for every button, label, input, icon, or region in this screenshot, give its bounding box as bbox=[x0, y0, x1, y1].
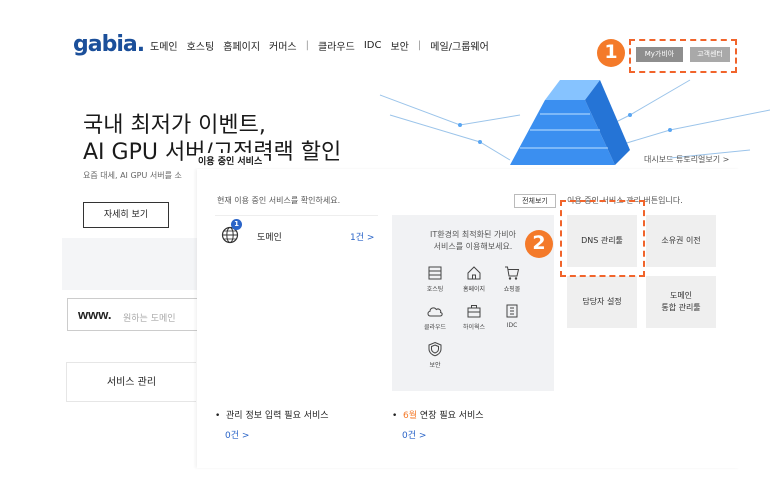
hero-subtitle: 요즘 대세, AI GPU 서버를 소 bbox=[83, 171, 182, 180]
nav-idc[interactable]: IDC bbox=[364, 40, 382, 51]
promo-idc-label: IDC bbox=[506, 322, 518, 329]
main-nav: 도메인 호스팅 홈페이지 커머스 | 클라우드 IDC 보안 | 메일/그룹웨어 bbox=[150, 38, 498, 53]
nav-separator: | bbox=[417, 40, 422, 51]
hero-title-line-1: 국내 최저가 이벤트, bbox=[83, 113, 266, 138]
view-all-button[interactable]: 전체보기 bbox=[514, 194, 556, 208]
nav-domain[interactable]: 도메인 bbox=[150, 38, 178, 53]
promo-cloud-label: 클라우드 bbox=[423, 324, 447, 331]
nav-cloud[interactable]: 클라우드 bbox=[318, 38, 355, 53]
service-domain-label[interactable]: 도메인 bbox=[257, 230, 282, 243]
renewal-required-label: 연장 필요 서비스 bbox=[417, 411, 484, 421]
renewal-required-services: • 6월 연장 필요 서비스 bbox=[392, 408, 484, 421]
briefcase-icon bbox=[467, 305, 481, 318]
nav-hosting[interactable]: 호스팅 bbox=[187, 38, 215, 53]
domain-management-tool-button[interactable]: 도메인 통합 관리툴 bbox=[646, 276, 716, 328]
promo-shopping[interactable]: 쇼핑몰 bbox=[492, 265, 532, 293]
dashboard-tutorial-link[interactable]: 대시보드 튜토리얼보기 > bbox=[644, 154, 729, 165]
server-icon bbox=[428, 266, 442, 280]
step-1-marker: 1 bbox=[597, 39, 625, 67]
promo-security[interactable]: 보안 bbox=[415, 341, 455, 369]
cart-icon bbox=[505, 266, 520, 280]
panel-description: 현재 이용 중인 서비스를 확인하세요. bbox=[217, 196, 341, 205]
promo-hiworks[interactable]: 하이웍스 bbox=[454, 303, 494, 331]
info-required-count-link[interactable]: 0건 > bbox=[225, 428, 249, 441]
idc-rack-icon bbox=[506, 304, 518, 318]
promo-homepage-label: 홈페이지 bbox=[462, 286, 486, 293]
cloud-icon bbox=[427, 307, 443, 317]
nav-homepage[interactable]: 홈페이지 bbox=[223, 38, 260, 53]
nav-commerce[interactable]: 커머스 bbox=[269, 38, 297, 53]
service-count-badge: 1 bbox=[231, 219, 242, 230]
highlight-box-mygabia bbox=[629, 39, 737, 73]
hero-background-band bbox=[62, 238, 197, 290]
panel-title: 이용 중인 서비스 bbox=[196, 153, 265, 168]
highlight-box-dns bbox=[560, 200, 645, 277]
shield-icon bbox=[428, 341, 442, 357]
bullet-dot: • bbox=[215, 411, 227, 421]
info-required-services: • 관리 정보 입력 필요 서비스 bbox=[215, 408, 329, 421]
renewal-required-count-link[interactable]: 0건 > bbox=[402, 428, 426, 441]
promo-hosting[interactable]: 호스팅 bbox=[415, 265, 455, 293]
service-management-tab[interactable]: 서비스 관리 bbox=[66, 362, 196, 402]
hero-illustration bbox=[370, 70, 770, 165]
domain-mgmt-line-1: 도메인 bbox=[669, 291, 693, 300]
home-icon bbox=[467, 266, 481, 280]
bullet-dot: • bbox=[392, 411, 404, 421]
gabia-logo[interactable]: gabia. bbox=[73, 32, 145, 57]
nav-separator: | bbox=[305, 40, 310, 51]
service-domain-count-link[interactable]: 1건 > bbox=[350, 230, 374, 243]
promo-security-label: 보안 bbox=[429, 362, 441, 369]
promo-shopping-label: 쇼핑몰 bbox=[503, 286, 521, 293]
domain-www-prefix: www. bbox=[78, 307, 112, 322]
nav-security[interactable]: 보안 bbox=[390, 38, 408, 53]
domain-mgmt-line-2: 통합 관리툴 bbox=[661, 303, 701, 312]
step-2-marker: 2 bbox=[525, 230, 553, 258]
info-required-label: 관리 정보 입력 필요 서비스 bbox=[226, 411, 329, 421]
promo-cloud[interactable]: 클라우드 bbox=[415, 303, 455, 331]
promo-hosting-label: 호스팅 bbox=[426, 286, 444, 293]
contact-settings-button[interactable]: 담당자 설정 bbox=[567, 276, 637, 328]
domain-search-input[interactable]: 원하는 도메인 bbox=[123, 311, 195, 324]
renewal-month: 6월 bbox=[403, 411, 418, 421]
promo-homepage[interactable]: 홈페이지 bbox=[454, 265, 494, 293]
nav-mail-groupware[interactable]: 메일/그룹웨어 bbox=[430, 38, 489, 53]
ownership-transfer-button[interactable]: 소유권 이전 bbox=[646, 215, 716, 267]
hero-detail-button[interactable]: 자세히 보기 bbox=[83, 202, 169, 228]
promo-idc[interactable]: IDC bbox=[492, 303, 532, 329]
promo-hiworks-label: 하이웍스 bbox=[462, 324, 486, 331]
